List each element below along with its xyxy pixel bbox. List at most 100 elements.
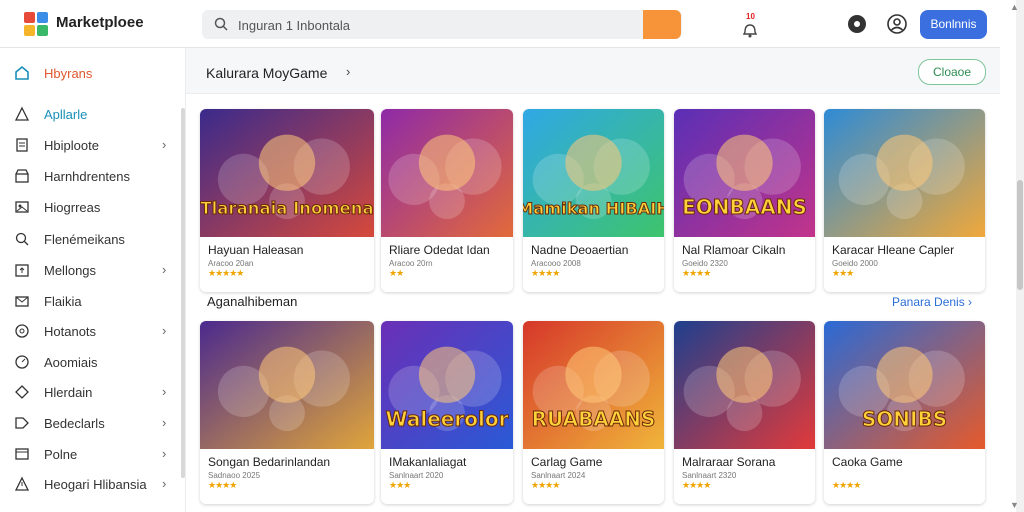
game-title[interactable]: Karacar Hleane Capler xyxy=(832,243,981,257)
account-button[interactable] xyxy=(886,13,908,35)
game-subtitle: Goeido 2320 xyxy=(682,259,728,268)
game-title[interactable]: Malraraar Sorana xyxy=(682,455,811,469)
game-card[interactable]: Rliare Odedat Idan Aracoo 20rn ★★ xyxy=(381,109,513,292)
sidebar-item[interactable]: Flenémeikans xyxy=(14,229,174,251)
game-art-image[interactable] xyxy=(674,321,815,449)
top-header: Marketploee 10 Bonlnnis xyxy=(0,0,1000,48)
brand-name[interactable]: Marketploee xyxy=(56,14,144,31)
mail-icon xyxy=(15,296,29,307)
game-art-image[interactable]: SONIBSSONIBS xyxy=(824,321,985,449)
sidebar-item-label: Flenémeikans xyxy=(44,232,125,247)
game-card[interactable]: Songan Bedarinlandan Sadnaoo 2025 ★★★★ xyxy=(200,321,374,504)
sidebar-item[interactable]: Polne › xyxy=(14,444,174,466)
game-art-image[interactable] xyxy=(824,109,985,237)
game-art-image[interactable] xyxy=(381,109,513,237)
search-button[interactable] xyxy=(643,10,681,39)
game-title[interactable]: Nadne Deoaertian xyxy=(531,243,660,257)
game-card[interactable]: SONIBSSONIBS Caoka Game ★★★★ xyxy=(824,321,985,504)
image-icon xyxy=(15,201,29,213)
game-title[interactable]: Carlag Game xyxy=(531,455,660,469)
scroll-up-icon[interactable]: ▲ xyxy=(1010,2,1019,12)
game-card[interactable]: Karacar Hleane Capler Goeido 2000 ★★★ xyxy=(824,109,985,292)
game-title[interactable]: Hayuan Haleasan xyxy=(208,243,370,257)
sidebar-scrollbar[interactable] xyxy=(181,108,185,478)
game-title[interactable]: Rliare Odedat Idan xyxy=(389,243,509,257)
game-card[interactable]: WaleerolorWaleerolor IMakanlaliagat Sanlna… xyxy=(381,321,513,504)
chevron-right-icon: › xyxy=(162,137,167,152)
game-subtitle: Aracoo 20an xyxy=(208,259,254,268)
game-art-image[interactable]: WaleerolorWaleerolor xyxy=(381,321,513,449)
game-card[interactable]: Mamikan HIBAIHMamikan HIBAIH Nadne Deoaer… xyxy=(523,109,664,292)
see-all-label: Panara Denis xyxy=(892,295,965,309)
sidebar-item[interactable]: Hbiploote › xyxy=(14,135,174,157)
game-art-image[interactable]: Tlaranaia InomenaTlaranaia Inomena xyxy=(200,109,374,237)
page-scrollbar[interactable] xyxy=(1016,0,1024,512)
see-all-link[interactable]: Panara Denis › xyxy=(892,295,972,309)
sidebar-item[interactable]: Apllarle xyxy=(14,104,174,126)
chevron-right-icon[interactable]: › xyxy=(346,64,350,79)
sidebar-item[interactable]: Bedeclarls › xyxy=(14,413,174,435)
svg-text:Tlaranaia Inomena: Tlaranaia Inomena xyxy=(200,199,373,218)
game-art-image[interactable]: Mamikan HIBAIHMamikan HIBAIH xyxy=(523,109,664,237)
signin-button[interactable]: Bonlnnis xyxy=(920,10,987,39)
sidebar-item[interactable]: Mellongs › xyxy=(14,260,174,282)
search-input[interactable] xyxy=(238,15,638,35)
sidebar-item-label: Hbyrans xyxy=(44,66,93,81)
bell-icon xyxy=(742,24,758,38)
sidebar-item-label: Hlerdain xyxy=(44,385,93,400)
game-card[interactable]: EONBAANSEONBAANS Nal Rlamoar Cikaln Goeido… xyxy=(674,109,815,292)
sidebar-item[interactable]: Heogari Hlibansia › xyxy=(14,474,174,496)
game-card[interactable]: Malraraar Sorana Sanlnaart 2320 ★★★★ xyxy=(674,321,815,504)
scroll-down-icon[interactable]: ▼ xyxy=(1010,500,1019,510)
search-icon xyxy=(15,232,29,246)
top-action-button[interactable]: Cloaoe xyxy=(918,59,986,85)
notifications-button[interactable]: 10 xyxy=(740,12,760,38)
sidebar-item-label: Apllarle xyxy=(44,107,88,122)
star-rating: ★★★★ xyxy=(682,480,711,490)
user-icon xyxy=(887,14,907,34)
sidebar-item[interactable]: Hiogrreas xyxy=(14,197,174,219)
triangle-icon xyxy=(14,106,30,121)
sidebar-item[interactable]: Aoomiais xyxy=(14,352,174,374)
game-art-image[interactable]: EONBAANSEONBAANS xyxy=(674,109,815,237)
search-bar xyxy=(202,10,682,39)
svg-text:EONBAANS: EONBAANS xyxy=(682,195,807,219)
star-rating: ★★★★ xyxy=(832,480,861,490)
gauge-icon xyxy=(15,355,29,369)
game-title[interactable]: Caoka Game xyxy=(832,455,981,469)
notification-badge: 10 xyxy=(746,12,755,21)
settings-button[interactable] xyxy=(846,13,868,35)
game-card[interactable]: Tlaranaia InomenaTlaranaia Inomena Hayuan… xyxy=(200,109,374,292)
marketplace-logo-icon[interactable] xyxy=(24,12,48,36)
home-icon xyxy=(15,65,29,80)
svg-text:Waleerolor: Waleerolor xyxy=(386,407,509,431)
breadcrumb[interactable]: Kalurara MoyGame xyxy=(206,65,327,81)
game-title[interactable]: Nal Rlamoar Cikaln xyxy=(682,243,811,257)
sidebar-item-label: Harnhdrentens xyxy=(44,169,130,184)
main-content: Kalurara MoyGame › Cloaoe Tlaranaia Inom… xyxy=(186,48,1000,512)
sidebar-item[interactable]: Flaikia xyxy=(14,291,174,313)
svg-text:Mamikan HIBAIH: Mamikan HIBAIH xyxy=(523,199,664,218)
sidebar-item[interactable]: Harnhdrentens xyxy=(14,166,174,188)
game-title[interactable]: Songan Bedarinlandan xyxy=(208,455,370,469)
game-card[interactable]: RUABAANSRUABAANS Carlag Game Sanlnaart 202… xyxy=(523,321,664,504)
star-rating: ★★★ xyxy=(832,268,854,278)
sidebar-item-label: Mellongs xyxy=(44,263,97,278)
sidebar-item-label: Hiogrreas xyxy=(44,200,101,215)
sidebar-item[interactable]: Hlerdain › xyxy=(14,382,174,404)
star-rating: ★★★★★ xyxy=(208,268,244,278)
sidebar-item[interactable]: Hotanots › xyxy=(14,321,174,343)
svg-text:RUABAANS: RUABAANS xyxy=(532,407,656,431)
sidebar: Hbyrans Apllarle Hbiploote › Harnhdrentens H… xyxy=(0,48,186,512)
tag-icon xyxy=(15,417,29,429)
star-rating: ★★★★ xyxy=(682,268,711,278)
game-title[interactable]: IMakanlaliagat xyxy=(389,455,509,469)
sidebar-item-label: Polne xyxy=(44,447,78,462)
game-subtitle: Sanlnaart 2320 xyxy=(682,471,737,480)
gear-icon xyxy=(848,15,866,33)
game-art-image[interactable] xyxy=(200,321,374,449)
chevron-right-icon: › xyxy=(162,384,167,399)
scrollbar-thumb[interactable] xyxy=(1017,180,1023,290)
game-art-image[interactable]: RUABAANSRUABAANS xyxy=(523,321,664,449)
svg-text:SONIBS: SONIBS xyxy=(862,407,947,431)
